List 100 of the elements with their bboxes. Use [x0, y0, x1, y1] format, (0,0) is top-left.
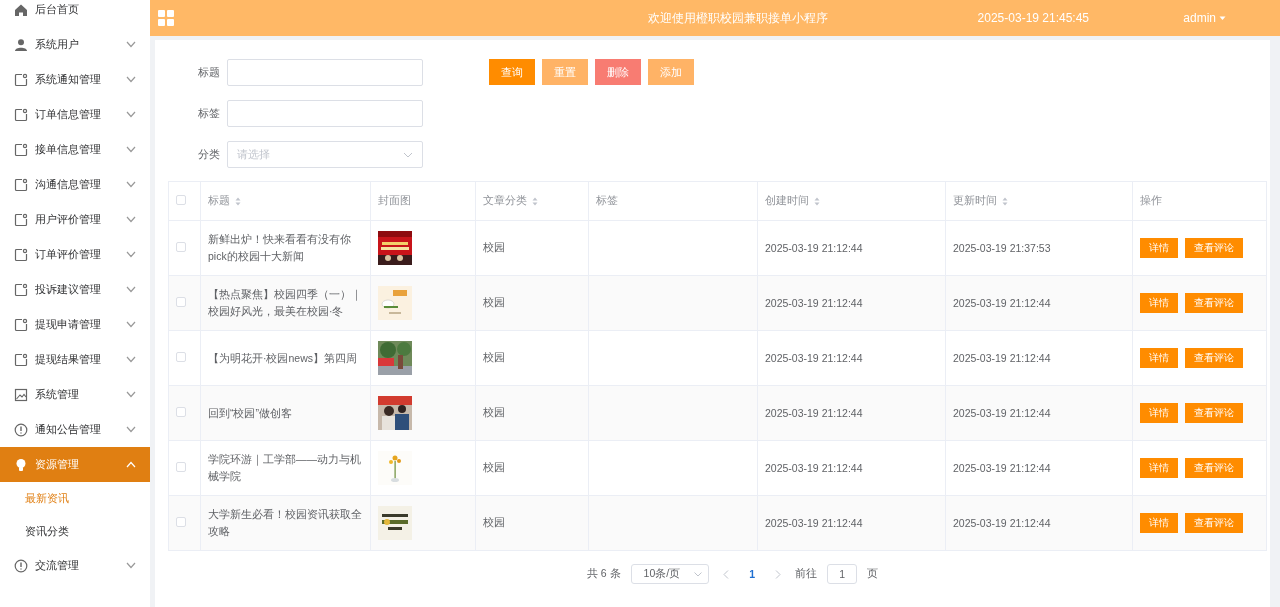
- user-menu[interactable]: admin: [1183, 11, 1226, 25]
- menu-icon[interactable]: [158, 10, 174, 26]
- sidebar-item[interactable]: 后台首页: [0, 0, 150, 27]
- column-header: 封面图: [370, 181, 476, 221]
- table-cell: 2025-03-19 21:12:44: [953, 297, 1051, 309]
- sidebar-item[interactable]: 沟通信息管理: [0, 167, 150, 202]
- sidebar-item[interactable]: 通知公告管理: [0, 412, 150, 447]
- row-action-button[interactable]: 详情: [1140, 293, 1178, 313]
- sidebar-item[interactable]: 订单评价管理: [0, 237, 150, 272]
- checkbox[interactable]: [176, 195, 186, 205]
- table-cell: 2025-03-19 21:12:44: [765, 407, 863, 419]
- checkbox[interactable]: [176, 462, 186, 472]
- page-number[interactable]: 1: [743, 568, 762, 580]
- next-icon[interactable]: [775, 569, 782, 579]
- document-icon: [14, 177, 28, 192]
- table-cell: 校园: [483, 461, 505, 473]
- action-button[interactable]: 重置: [542, 59, 588, 85]
- row-action-button[interactable]: 详情: [1140, 348, 1178, 368]
- document-icon: [14, 352, 28, 367]
- table-cell: 2025-03-19 21:12:44: [953, 407, 1051, 419]
- table-cell: 2025-03-19 21:37:53: [953, 242, 1051, 254]
- row-action-button[interactable]: 查看评论: [1185, 403, 1243, 423]
- checkbox[interactable]: [176, 297, 186, 307]
- table-cell-text: 回到“校园”做创客: [208, 405, 292, 421]
- page-suffix: 页: [867, 567, 879, 581]
- sidebar-item[interactable]: 系统用户: [0, 27, 150, 62]
- action-button[interactable]: 查询: [489, 59, 535, 85]
- sidebar-subitem[interactable]: 最新资讯: [0, 482, 150, 515]
- text-field[interactable]: [227, 100, 423, 127]
- row-action-button[interactable]: 查看评论: [1185, 513, 1243, 533]
- row-action-button[interactable]: 详情: [1140, 238, 1178, 258]
- table-cell-text: 【热点聚焦】校园四季（一）｜校园好风光，最美在校园·冬: [208, 287, 363, 319]
- chevron-icon: [694, 571, 703, 577]
- sidebar-item[interactable]: 系统通知管理: [0, 62, 150, 97]
- row-action-button[interactable]: 详情: [1140, 513, 1178, 533]
- datetime: 2025-03-19 21:45:45: [976, 11, 1091, 25]
- document-icon: [14, 212, 28, 227]
- table-cell: 校园: [483, 351, 505, 363]
- user-icon: [14, 37, 28, 52]
- checkbox[interactable]: [176, 352, 186, 362]
- column-header[interactable]: 标题: [200, 181, 371, 221]
- sort-icon[interactable]: [235, 196, 241, 206]
- bulb-icon: [14, 457, 28, 472]
- row-action-button[interactable]: 详情: [1140, 403, 1178, 423]
- action-button[interactable]: 删除: [595, 59, 641, 85]
- sidebar-item[interactable]: 提现申请管理: [0, 307, 150, 342]
- sidebar-item[interactable]: 用户评价管理: [0, 202, 150, 237]
- sidebar-subitem[interactable]: 资讯分类: [0, 515, 150, 548]
- document-icon: [14, 247, 28, 262]
- sidebar-item[interactable]: 接单信息管理: [0, 132, 150, 167]
- table-cell: 校园: [483, 406, 505, 418]
- table-cell: 2025-03-19 21:12:44: [765, 462, 863, 474]
- previous-icon[interactable]: [723, 569, 730, 579]
- document-icon: [14, 107, 28, 122]
- column-header[interactable]: 文章分类: [475, 181, 589, 221]
- column-header[interactable]: 创建时间: [757, 181, 946, 221]
- page-size-select[interactable]: 10条/页: [630, 564, 710, 584]
- sidebar-item[interactable]: 系统管理: [0, 377, 150, 412]
- action-button[interactable]: 添加: [648, 59, 694, 85]
- sidebar-item[interactable]: 投诉建议管理: [0, 272, 150, 307]
- field-label: 标签: [197, 106, 220, 121]
- field-label: 分类: [197, 147, 220, 162]
- caret-icon: [1219, 15, 1226, 21]
- table-cell: 2025-03-19 21:12:44: [953, 462, 1051, 474]
- field-label: 标题: [197, 65, 220, 80]
- app-title: 欢迎使用橙职校园兼职接单小程序: [647, 9, 830, 27]
- sidebar-item[interactable]: 交流管理: [0, 548, 150, 583]
- checkbox[interactable]: [176, 407, 186, 417]
- total-count: 共 6 条: [586, 567, 621, 581]
- info-icon: [14, 558, 28, 573]
- info-icon: [14, 422, 28, 437]
- table-cell: 2025-03-19 21:12:44: [765, 297, 863, 309]
- row-action-button[interactable]: 查看评论: [1185, 348, 1243, 368]
- text-field[interactable]: [227, 59, 423, 86]
- table-cell: 校园: [483, 296, 505, 308]
- sort-icon[interactable]: [1002, 196, 1008, 206]
- table-cell-text: 【为明花开·校园news】第四周: [208, 350, 357, 366]
- document-icon: [14, 72, 28, 87]
- chevron-icon: [403, 151, 413, 158]
- checkbox[interactable]: [176, 242, 186, 252]
- document-icon: [14, 142, 28, 157]
- document-icon: [14, 317, 28, 332]
- table-cell: 2025-03-19 21:12:44: [953, 352, 1051, 364]
- table-cell-text: 大学新生必看！校园资讯获取全攻略: [208, 507, 363, 539]
- column-header: 标签: [588, 181, 758, 221]
- sort-icon[interactable]: [814, 196, 820, 206]
- table-cell: 2025-03-19 21:12:44: [953, 517, 1051, 529]
- sidebar-item[interactable]: 提现结果管理: [0, 342, 150, 377]
- row-action-button[interactable]: 查看评论: [1185, 238, 1243, 258]
- sidebar-item[interactable]: 订单信息管理: [0, 97, 150, 132]
- sidebar-item[interactable]: 资源管理: [0, 447, 150, 482]
- column-header[interactable]: 更新时间: [945, 181, 1133, 221]
- goto-label: 前往: [795, 567, 818, 581]
- page-input[interactable]: 1: [827, 564, 858, 584]
- document-icon: [14, 282, 28, 297]
- sort-icon[interactable]: [532, 196, 538, 206]
- row-action-button[interactable]: 详情: [1140, 458, 1178, 478]
- checkbox[interactable]: [176, 517, 186, 527]
- row-action-button[interactable]: 查看评论: [1185, 458, 1243, 478]
- row-action-button[interactable]: 查看评论: [1185, 293, 1243, 313]
